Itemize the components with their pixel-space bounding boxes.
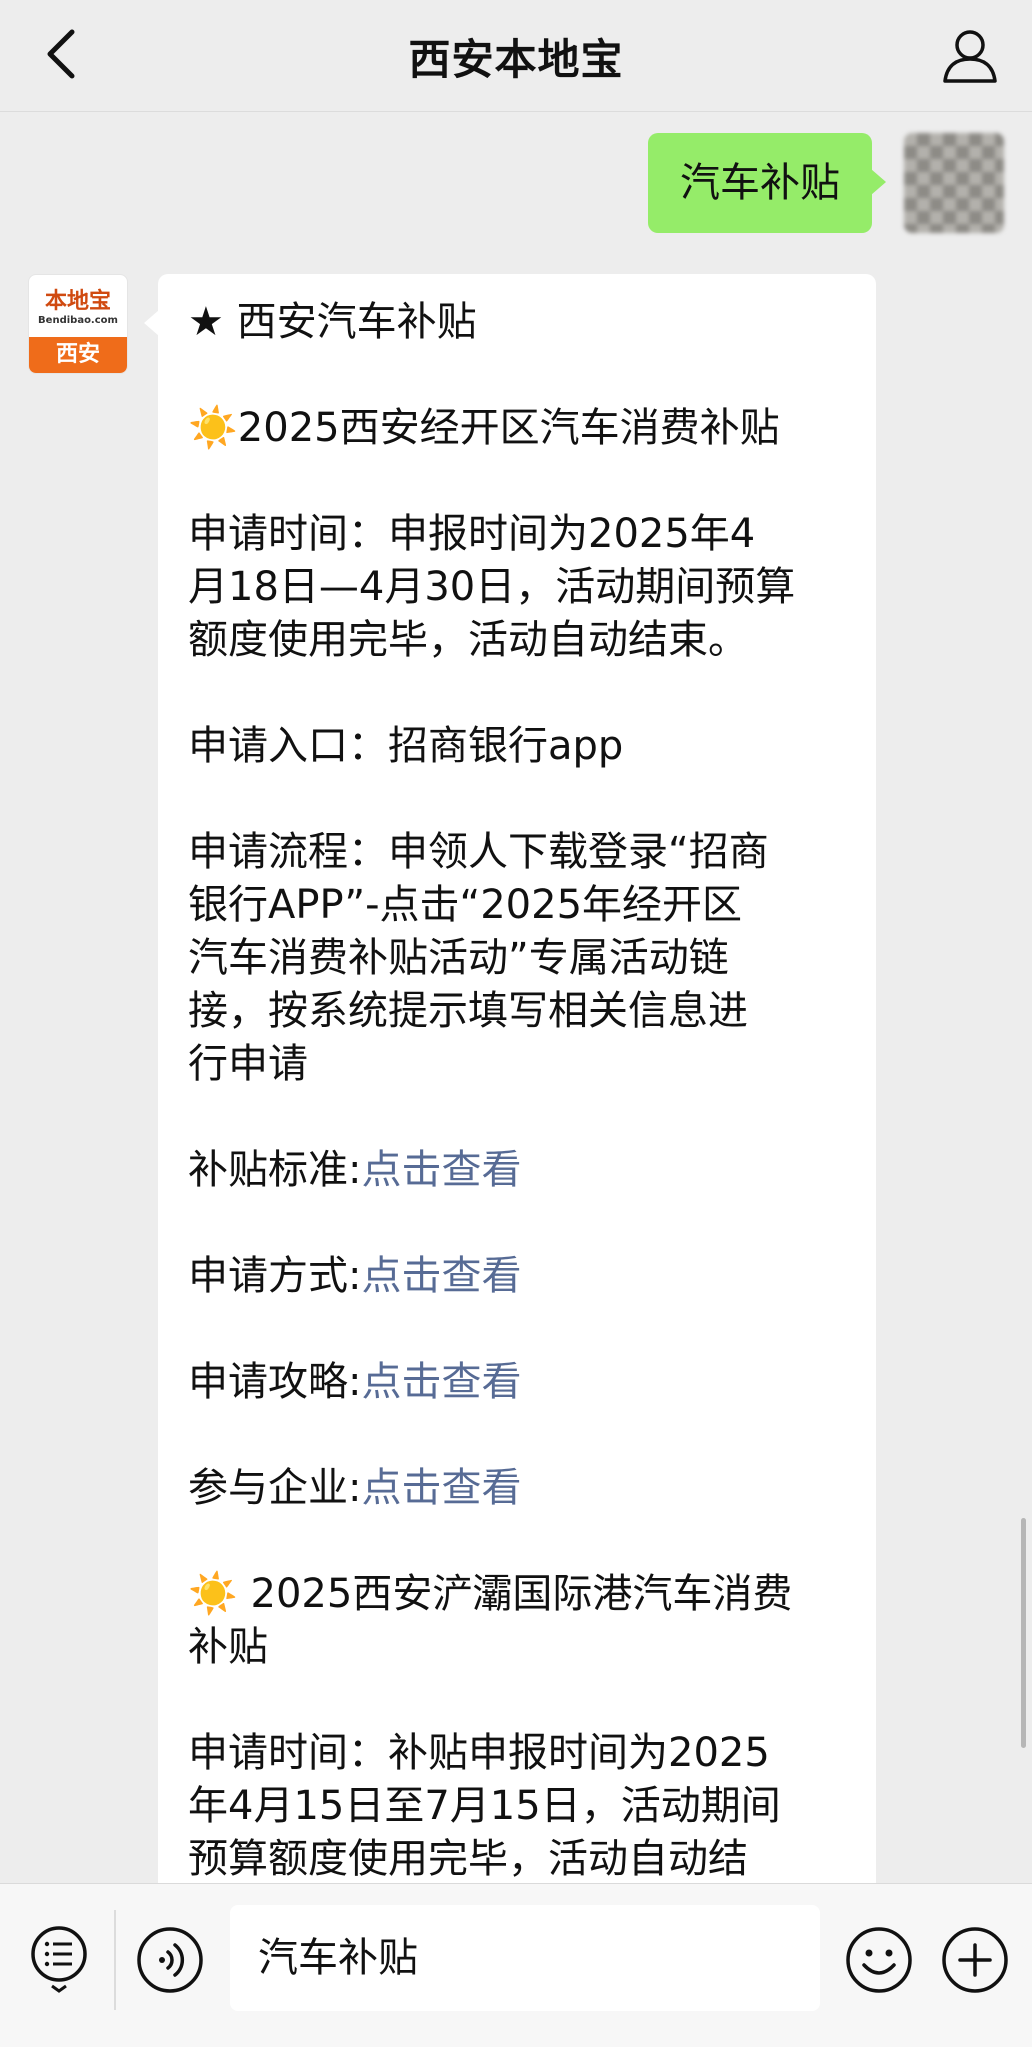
message-line: 银行APP”-点击“2025年经开区 (188, 882, 743, 928)
message-line: 汽车消费补贴活动”专属活动链 (188, 935, 729, 981)
voice-button[interactable] (135, 1925, 205, 1995)
message-line: 年4月15日至7月15日，活动期间 (188, 1783, 781, 1829)
link-row-label: 申请方式: (188, 1253, 362, 1299)
input-bar (0, 1883, 1032, 2047)
divider (114, 1910, 116, 2010)
list-menu-icon (31, 1926, 87, 1993)
more-button[interactable] (940, 1925, 1010, 1995)
message-line: 预算额度使用完毕，活动自动结 (188, 1836, 748, 1882)
message-line: 申请时间：申报时间为2025年4 (188, 511, 756, 557)
message-line: 申请流程：申领人下载登录“招商 (188, 829, 769, 875)
link-row-label: 补贴标准: (188, 1147, 362, 1193)
view-link-apply-method[interactable]: 点击查看 (361, 1253, 521, 1299)
message-line: 补贴 (188, 1624, 268, 1670)
user-avatar[interactable] (904, 133, 1004, 233)
view-link-participating-companies[interactable]: 点击查看 (361, 1465, 521, 1511)
menu-toggle-button[interactable] (22, 1924, 96, 2004)
logo-city-text: 西安 (29, 337, 127, 373)
message-line: 接，按系统提示填写相关信息进 (188, 988, 748, 1034)
person-icon (943, 30, 997, 83)
message-input[interactable] (230, 1905, 820, 2011)
message-line: 申请时间：补贴申报时间为2025 (188, 1730, 770, 1776)
smiley-icon (846, 1927, 912, 1993)
message-line: 额度使用完毕，活动自动结束。 (188, 617, 748, 663)
received-message-bubble: ★ 西安汽车补贴 ☀️2025西安经开区汽车消费补贴 申请时间：申报时间为202… (144, 274, 876, 1883)
page-title: 西安本地宝 (408, 35, 624, 84)
message-line: 月18日—4月30日，活动期间预算 (188, 564, 796, 610)
logo-sub-text: Bendibao.com (38, 315, 118, 326)
emoji-button[interactable] (844, 1925, 914, 1995)
logo-main-text: 本地宝 (44, 288, 111, 314)
official-account-avatar[interactable]: 本地宝 Bendibao.com 西安 (28, 274, 128, 374)
link-row: 补贴标准:点击查看 (188, 1144, 846, 1197)
link-row: 参与企业:点击查看 (188, 1462, 846, 1515)
message-line: ★ 西安汽车补贴 (188, 299, 477, 345)
scrollbar[interactable] (1021, 1518, 1026, 1748)
navigation-bar: 西安本地宝 (0, 0, 1032, 112)
message-line: 行申请 (188, 1041, 308, 1087)
view-link-apply-guide[interactable]: 点击查看 (361, 1359, 521, 1405)
link-row-label: 参与企业: (188, 1465, 362, 1511)
link-row: 申请方式:点击查看 (188, 1250, 846, 1303)
message-line: ☀️ 2025西安浐灞国际港汽车消费 (188, 1571, 793, 1617)
message-line: ☀️2025西安经开区汽车消费补贴 (188, 405, 780, 451)
sent-message-bubble[interactable]: 汽车补贴 (648, 133, 886, 233)
voice-icon (137, 1927, 203, 1993)
link-row: 申请攻略:点击查看 (188, 1356, 846, 1409)
view-link-subsidy-standard[interactable]: 点击查看 (361, 1147, 521, 1193)
plus-icon (942, 1927, 1008, 1993)
link-row-label: 申请攻略: (188, 1359, 362, 1405)
profile-button[interactable] (928, 22, 1012, 90)
message-line: 申请入口：招商银行app (188, 723, 624, 769)
chat-area[interactable]: 汽车补贴 本地宝 Bendibao.com 西安 ★ 西安汽车补贴 ☀️2025… (0, 113, 1032, 1883)
